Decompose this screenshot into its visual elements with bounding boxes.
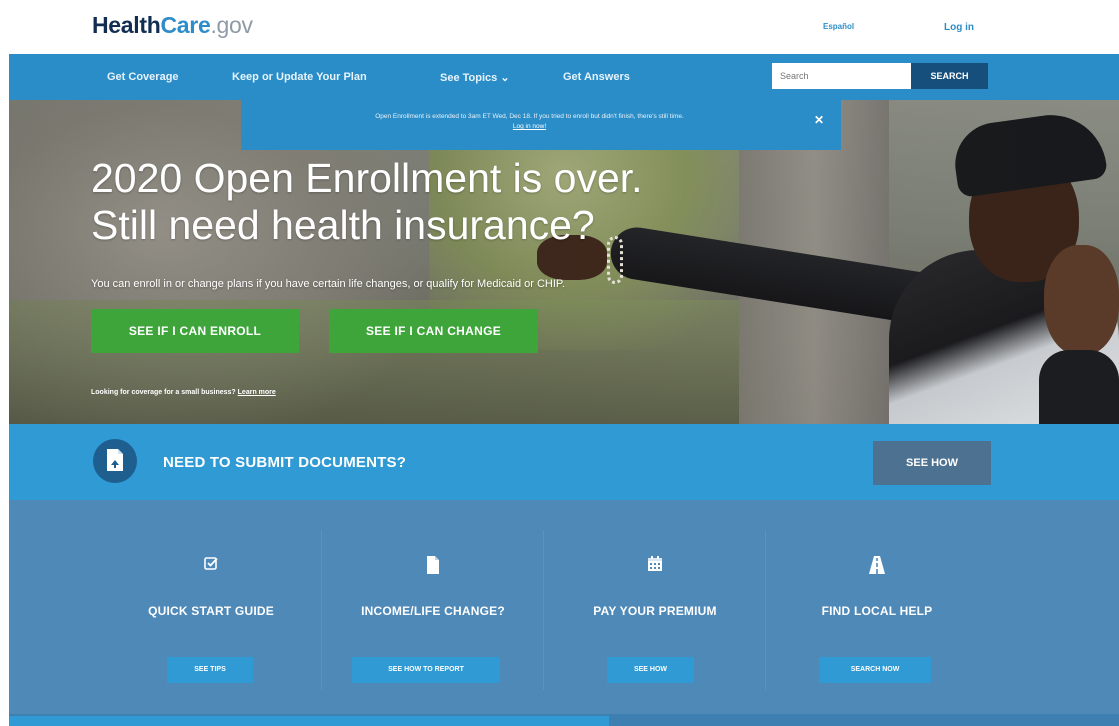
hero-title-line-1: 2020 Open Enrollment is over. — [91, 155, 643, 201]
checkbox-icon — [100, 556, 322, 576]
logo-health: Health — [92, 12, 161, 38]
feature-title: INCOME/LIFE CHANGE? — [361, 604, 505, 618]
bottom-strip — [9, 714, 1119, 726]
see-how-documents-button[interactable]: SEE HOW — [873, 441, 991, 485]
feature-quick-start-guide: QUICK START GUIDE SEE TIPS — [100, 500, 322, 714]
road-icon — [766, 556, 988, 576]
feature-title: QUICK START GUIDE — [148, 604, 274, 618]
close-icon[interactable]: ✕ — [814, 113, 824, 127]
submit-documents-bar: NEED TO SUBMIT DOCUMENTS? SEE HOW — [9, 424, 1119, 500]
document-upload-icon — [93, 439, 137, 483]
alert-message: Open Enrollment is extended to 3am ET We… — [257, 112, 802, 132]
hero-title-line-2: Still need health insurance? — [91, 202, 595, 248]
enrollment-alert: Open Enrollment is extended to 3am ET We… — [241, 100, 841, 150]
see-how-premium-button[interactable]: SEE HOW — [607, 657, 694, 683]
nav-keep-or-update-plan[interactable]: Keep or Update Your Plan — [232, 71, 367, 83]
see-tips-button[interactable]: SEE TIPS — [167, 657, 253, 683]
small-business-text: Looking for coverage for a small busines… — [91, 389, 276, 396]
logo-care: Care — [160, 12, 211, 38]
alert-text: Open Enrollment is extended to 3am ET We… — [375, 113, 684, 120]
learn-more-link[interactable]: Learn more — [238, 389, 276, 396]
small-business-prompt: Looking for coverage for a small busines… — [91, 389, 238, 396]
bottom-strip-accent — [9, 716, 609, 726]
see-if-i-can-change-button[interactable]: SEE IF I CAN CHANGE — [329, 309, 538, 353]
nav-see-topics[interactable]: See Topics ⌄ — [440, 71, 510, 84]
hero-title: 2020 Open Enrollment is over. Still need… — [91, 155, 643, 249]
features-section: QUICK START GUIDE SEE TIPS INCOME/LIFE C… — [9, 500, 1119, 714]
login-link[interactable]: Log in — [944, 22, 974, 33]
submit-documents-title: NEED TO SUBMIT DOCUMENTS? — [163, 454, 407, 471]
nav-get-coverage[interactable]: Get Coverage — [107, 71, 179, 83]
feature-pay-your-premium: PAY YOUR PREMIUM SEE HOW — [544, 500, 766, 714]
see-how-to-report-button[interactable]: SEE HOW TO REPORT — [352, 657, 500, 683]
hero-subtitle: You can enroll in or change plans if you… — [91, 278, 565, 290]
site-header: HealthCare.gov Español Log in — [0, 0, 1119, 54]
feature-title: FIND LOCAL HELP — [821, 604, 933, 618]
feature-income-life-change: INCOME/LIFE CHANGE? SEE HOW TO REPORT — [322, 500, 544, 714]
alert-login-link[interactable]: Log in now! — [513, 123, 546, 130]
document-icon — [322, 556, 544, 576]
espanol-link[interactable]: Español — [823, 22, 854, 31]
healthcare-gov-logo[interactable]: HealthCare.gov — [92, 12, 253, 39]
search-now-button[interactable]: SEARCH NOW — [819, 657, 931, 683]
feature-title: PAY YOUR PREMIUM — [593, 604, 717, 618]
logo-gov: .gov — [210, 12, 253, 38]
hero-banner: Open Enrollment is extended to 3am ET We… — [9, 100, 1119, 424]
see-if-i-can-enroll-button[interactable]: SEE IF I CAN ENROLL — [91, 309, 299, 353]
search-button[interactable]: SEARCH — [911, 63, 988, 89]
search-input[interactable] — [772, 63, 912, 89]
calendar-icon — [544, 556, 766, 576]
main-nav: Get Coverage Keep or Update Your Plan Se… — [9, 54, 1119, 100]
nav-get-answers[interactable]: Get Answers — [563, 71, 630, 83]
feature-find-local-help: FIND LOCAL HELP SEARCH NOW — [766, 500, 988, 714]
